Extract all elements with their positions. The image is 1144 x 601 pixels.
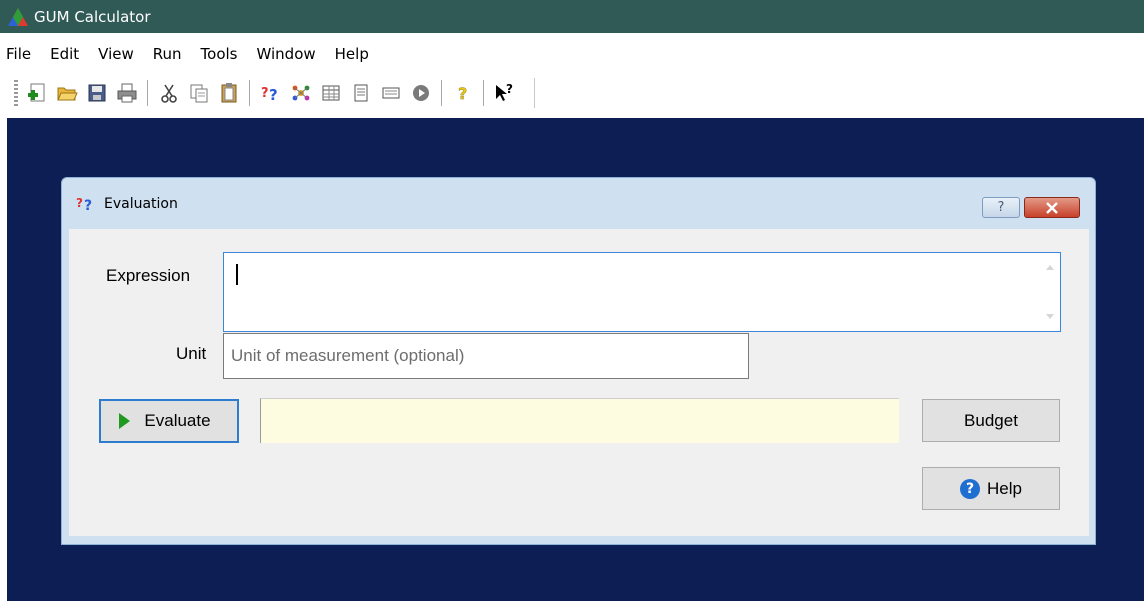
evaluation-icon: ? ? (76, 196, 92, 214)
toolbar-end (534, 78, 535, 108)
help-button-label: Help (987, 478, 1022, 498)
paste-icon (221, 83, 237, 103)
context-help-button[interactable]: ? (492, 80, 518, 106)
paste-button[interactable] (216, 80, 242, 106)
print-icon (117, 83, 137, 103)
new-icon (28, 83, 45, 102)
evaluation-icon: ? ? (261, 86, 278, 104)
help-button[interactable]: ? Help (922, 467, 1060, 510)
menu-edit[interactable]: Edit (40, 45, 88, 63)
expression-label: Expression (106, 266, 191, 285)
dialog-titlebar: ? ? Evaluation (76, 194, 178, 214)
menu-window[interactable]: Window (247, 45, 325, 63)
app-titlebar: GUM Calculator (0, 0, 1144, 33)
help-button-toolbar[interactable]: ? (450, 80, 476, 106)
evaluation-button[interactable]: ? ? (258, 80, 284, 106)
svg-text:?: ? (269, 86, 278, 104)
context-help-icon: ? (496, 82, 513, 101)
question-mark-icon: ? (997, 200, 1005, 215)
panel-icon (382, 87, 400, 99)
help-icon: ? (458, 84, 468, 103)
menu-view[interactable]: View (88, 45, 143, 63)
toolbar: ? ? ? ? (0, 73, 1144, 113)
panel-button[interactable] (378, 80, 404, 106)
save-button[interactable] (84, 80, 110, 106)
copy-button[interactable] (186, 80, 212, 106)
scroll-up-arrow-icon[interactable] (1046, 265, 1054, 270)
print-button[interactable] (114, 80, 140, 106)
svg-text:?: ? (76, 196, 83, 210)
table-icon (322, 85, 340, 101)
model-icon (292, 85, 310, 101)
dialog-close-button[interactable] (1024, 197, 1080, 218)
svg-text:?: ? (261, 86, 269, 101)
svg-text:?: ? (458, 84, 467, 103)
unit-label: Unit (176, 344, 207, 363)
document-button[interactable] (348, 80, 374, 106)
app-logo-icon (8, 7, 28, 26)
menu-tools[interactable]: Tools (191, 45, 247, 63)
cut-button[interactable] (156, 80, 182, 106)
svg-text:?: ? (506, 82, 513, 96)
dialog-help-button[interactable]: ? (982, 197, 1020, 218)
help-circle-icon: ? (960, 478, 981, 499)
save-icon (88, 84, 106, 102)
expression-input[interactable] (223, 252, 1061, 332)
app-title: GUM Calculator (34, 7, 151, 26)
menu-file[interactable]: File (0, 45, 40, 63)
run-button[interactable] (408, 80, 434, 106)
dialog-client-area: Expression Unit Unit of measurement (opt… (69, 229, 1089, 536)
unit-placeholder: Unit of measurement (optional) (231, 346, 465, 365)
budget-button[interactable]: Budget (922, 399, 1060, 442)
evaluation-dialog: ? ? Evaluation ? Expression Unit Unit of… (61, 177, 1096, 545)
dialog-title: Evaluation (104, 196, 178, 212)
scroll-down-arrow-icon[interactable] (1046, 314, 1054, 319)
evaluate-button-label: Evaluate (144, 411, 211, 430)
unit-input[interactable]: Unit of measurement (optional) (223, 333, 749, 379)
menu-run[interactable]: Run (143, 45, 191, 63)
evaluate-button[interactable]: Evaluate (99, 399, 239, 443)
text-caret (236, 264, 238, 285)
toolbar-separator (441, 80, 443, 106)
toolbar-grip[interactable] (14, 80, 18, 106)
svg-text:?: ? (84, 198, 92, 214)
open-icon (57, 87, 78, 101)
model-button[interactable] (288, 80, 314, 106)
close-icon (1046, 201, 1058, 214)
play-icon (119, 413, 131, 429)
copy-icon (190, 84, 208, 103)
document-icon (354, 84, 368, 102)
open-button[interactable] (54, 80, 80, 106)
budget-button-label: Budget (964, 410, 1018, 430)
toolbar-separator (483, 80, 485, 106)
menu-bar: File Edit View Run Tools Window Help (0, 41, 1144, 67)
table-button[interactable] (318, 80, 344, 106)
run-icon (413, 85, 429, 101)
cut-icon (161, 84, 177, 103)
toolbar-separator (147, 80, 149, 106)
toolbar-separator (249, 80, 251, 106)
new-button[interactable] (24, 80, 50, 106)
menu-help[interactable]: Help (325, 45, 378, 63)
result-field[interactable] (260, 398, 899, 443)
